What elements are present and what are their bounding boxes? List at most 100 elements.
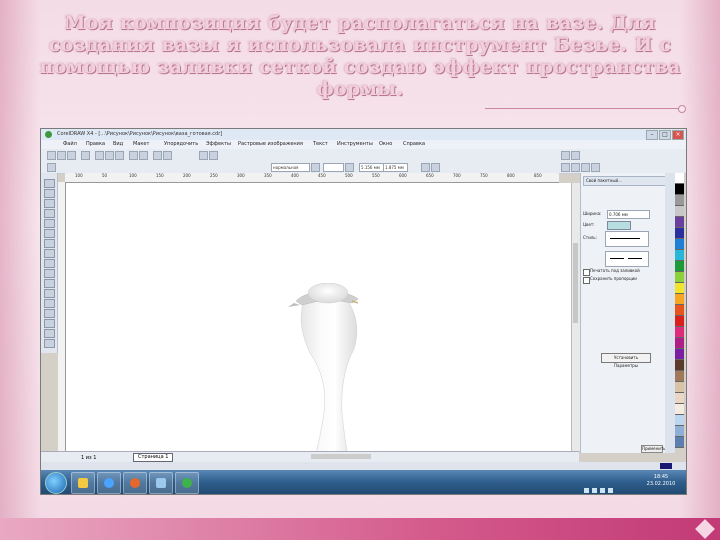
docker-tabs[interactable] — [665, 173, 675, 453]
copy-icon[interactable] — [105, 151, 114, 160]
palette-swatch[interactable] — [675, 327, 684, 338]
mirror-h-icon[interactable] — [345, 163, 354, 172]
cut-icon[interactable] — [95, 151, 104, 160]
zoom-icon[interactable] — [199, 151, 208, 160]
dimension-tool-icon[interactable] — [44, 299, 55, 308]
scroll-thumb[interactable] — [573, 243, 578, 323]
palette-swatch[interactable] — [675, 305, 684, 316]
page-tab[interactable]: Страница 1 — [133, 453, 174, 462]
palette-swatch[interactable] — [675, 195, 684, 206]
palette-swatch[interactable] — [675, 371, 684, 382]
palette-swatch[interactable] — [675, 338, 684, 349]
open-icon[interactable] — [57, 151, 66, 160]
palette-swatch[interactable] — [675, 404, 684, 415]
line-style-select[interactable] — [605, 231, 649, 247]
palette-swatch[interactable] — [675, 349, 684, 360]
palette-swatch[interactable] — [675, 173, 684, 184]
launcher-icon[interactable] — [571, 151, 580, 160]
apply-button[interactable]: Применить — [641, 445, 666, 453]
import-icon[interactable] — [153, 151, 162, 160]
close-button[interactable]: × — [672, 130, 684, 140]
behind-fill-checkbox[interactable] — [583, 269, 590, 276]
minimize-button[interactable]: – — [646, 130, 658, 140]
menu-arrange[interactable]: Упорядочить — [164, 140, 198, 149]
node-icon[interactable] — [561, 163, 570, 172]
palette-swatch[interactable] — [675, 283, 684, 294]
taskbar-explorer[interactable] — [71, 472, 95, 494]
new-icon[interactable] — [47, 151, 56, 160]
print-icon[interactable] — [81, 151, 90, 160]
palette-swatch[interactable] — [675, 217, 684, 228]
horizontal-scrollbar[interactable] — [311, 454, 371, 459]
width-input[interactable]: 0.706 мм — [607, 210, 650, 219]
drawing-canvas[interactable] — [66, 183, 571, 491]
options-icon[interactable] — [561, 151, 570, 160]
palette-swatch[interactable] — [675, 184, 684, 195]
connector-tool-icon[interactable] — [44, 309, 55, 318]
taskbar-clock[interactable]: 18:45 23.02.2010 — [646, 474, 676, 488]
maximize-button[interactable]: □ — [659, 130, 671, 140]
redo-icon[interactable] — [139, 151, 148, 160]
export-icon[interactable] — [163, 151, 172, 160]
save-icon[interactable] — [67, 151, 76, 160]
menu-help[interactable]: Справка — [403, 140, 425, 149]
outline-style-field[interactable]: нормальная — [271, 163, 310, 172]
rectangle-tool-icon[interactable] — [44, 239, 55, 248]
outline-color-swatch[interactable] — [607, 221, 631, 230]
menu-file[interactable]: Файл — [63, 140, 77, 149]
menu-bitmaps[interactable]: Растровые изображения — [238, 140, 303, 149]
color-icon[interactable] — [581, 163, 590, 172]
undo-icon[interactable] — [129, 151, 138, 160]
palette-swatch[interactable] — [675, 393, 684, 404]
palette-swatch[interactable] — [675, 228, 684, 239]
palette-swatch[interactable] — [675, 382, 684, 393]
scale-checkbox[interactable] — [583, 277, 590, 284]
menu-edit[interactable]: Правка — [86, 140, 105, 149]
palette-swatch[interactable] — [675, 316, 684, 327]
zoom-field[interactable] — [323, 163, 344, 172]
width-field[interactable]: 5.156 мм — [359, 163, 384, 172]
vertical-scrollbar[interactable] — [571, 183, 580, 451]
snap-icon[interactable] — [209, 151, 218, 160]
taskbar-media[interactable] — [123, 472, 147, 494]
system-tray[interactable] — [584, 478, 634, 493]
settings-button[interactable]: Установить Параметры — [601, 353, 651, 368]
menu-view[interactable]: Вид — [113, 140, 123, 149]
palette-swatch[interactable] — [675, 437, 684, 448]
align-icon[interactable] — [421, 163, 430, 172]
outline-tool-icon[interactable] — [44, 339, 55, 348]
start-button[interactable] — [45, 472, 67, 494]
height-field[interactable]: 1.875 мм — [383, 163, 408, 172]
palette-swatch[interactable] — [675, 250, 684, 261]
palette-swatch[interactable] — [675, 415, 684, 426]
paste-icon[interactable] — [115, 151, 124, 160]
object-position-icon[interactable] — [47, 163, 56, 172]
menu-tools[interactable]: Инструменты — [337, 140, 373, 149]
eyedropper-tool-icon[interactable] — [44, 329, 55, 338]
mesh-icon[interactable] — [571, 163, 580, 172]
taskbar-ie[interactable] — [97, 472, 121, 494]
palette-swatch[interactable] — [675, 272, 684, 283]
wrap-icon[interactable] — [431, 163, 440, 172]
palette-swatch[interactable] — [675, 239, 684, 250]
freehand-tool-icon[interactable] — [44, 219, 55, 228]
menu-text[interactable]: Текст — [313, 140, 328, 149]
menu-layout[interactable]: Макет — [133, 140, 149, 149]
polygon-tool-icon[interactable] — [44, 259, 55, 268]
taskbar-coreldraw[interactable] — [175, 472, 199, 494]
dropdown-icon[interactable] — [311, 163, 320, 172]
crop-tool-icon[interactable] — [44, 199, 55, 208]
menu-window[interactable]: Окно — [379, 140, 392, 149]
palette-swatch[interactable] — [675, 360, 684, 371]
table-tool-icon[interactable] — [44, 289, 55, 298]
zoom-tool-icon[interactable] — [44, 209, 55, 218]
taskbar-window[interactable] — [149, 472, 173, 494]
palette-swatch[interactable] — [675, 206, 684, 217]
basic-shapes-tool-icon[interactable] — [44, 269, 55, 278]
menu-effects[interactable]: Эффекты — [206, 140, 231, 149]
interactive-tool-icon[interactable] — [44, 319, 55, 328]
text-tool-icon[interactable] — [44, 279, 55, 288]
pick-tool-icon[interactable] — [44, 179, 55, 188]
smart-fill-tool-icon[interactable] — [44, 229, 55, 238]
palette-swatch[interactable] — [675, 294, 684, 305]
